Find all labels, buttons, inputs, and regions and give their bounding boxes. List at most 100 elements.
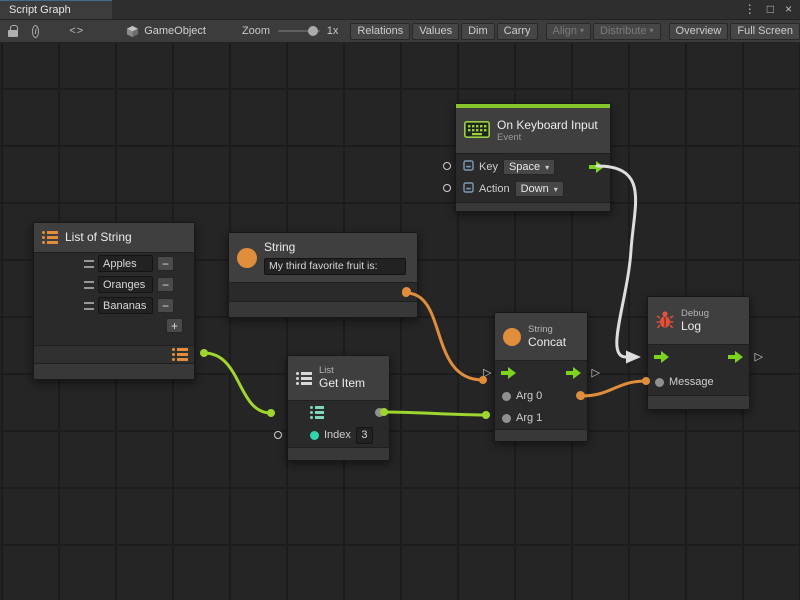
index-label: Index bbox=[324, 429, 351, 441]
keycap-icon bbox=[463, 182, 474, 196]
chevron-down-icon: ▾ bbox=[580, 27, 584, 35]
unconnected-value-marker[interactable] bbox=[443, 184, 451, 192]
drag-handle-icon[interactable] bbox=[84, 260, 94, 268]
node-footer bbox=[288, 447, 389, 460]
dim-button[interactable]: Dim bbox=[461, 23, 495, 40]
full-screen-button[interactable]: Full Screen bbox=[730, 23, 800, 40]
close-icon[interactable]: × bbox=[785, 2, 792, 16]
arg1-input-port[interactable] bbox=[502, 414, 511, 423]
toolbar: i <> GameObject Zoom 1x Relations Values… bbox=[0, 20, 800, 43]
drag-handle-icon[interactable] bbox=[84, 302, 94, 310]
node-footer bbox=[34, 363, 194, 379]
zoom-slider-knob[interactable] bbox=[308, 26, 318, 36]
flow-input-port[interactable] bbox=[501, 367, 516, 379]
message-input-port[interactable] bbox=[655, 378, 664, 387]
node-string-literal[interactable]: String My third favorite fruit is: bbox=[228, 232, 418, 318]
action-value: Down bbox=[521, 183, 549, 195]
tab-script-graph[interactable]: Script Graph bbox=[0, 0, 112, 19]
drag-handle-icon[interactable] bbox=[84, 281, 94, 289]
key-value-dropdown[interactable]: Space ▾ bbox=[503, 159, 555, 175]
bug-icon bbox=[656, 310, 674, 332]
arg0-label: Arg 0 bbox=[516, 390, 542, 402]
node-concat[interactable]: String Concat Arg 0 Arg 1 ▷ ▷ bbox=[494, 312, 588, 442]
list-item-input-1[interactable]: Oranges bbox=[98, 276, 153, 293]
unconnected-flow-marker[interactable]: ▷ bbox=[483, 368, 491, 379]
graph-canvas[interactable]: On Keyboard Input Event Key Space ▾ bbox=[0, 43, 800, 600]
info-icon[interactable]: i bbox=[32, 25, 39, 38]
zoom-slider[interactable] bbox=[278, 25, 320, 37]
node-footer bbox=[229, 301, 417, 317]
lock-icon[interactable] bbox=[8, 26, 18, 37]
arg0-input-port[interactable] bbox=[502, 392, 511, 401]
remove-item-button[interactable]: − bbox=[157, 298, 174, 313]
string-type-icon bbox=[503, 328, 521, 346]
node-title: On Keyboard Input bbox=[497, 119, 598, 132]
chevron-down-icon: ▾ bbox=[554, 185, 558, 194]
key-value: Space bbox=[509, 161, 540, 173]
node-title: Concat bbox=[528, 336, 566, 349]
string-type-icon bbox=[237, 248, 257, 268]
node-title: String bbox=[264, 241, 406, 254]
flow-input-port[interactable] bbox=[654, 351, 669, 363]
graph-target-label[interactable]: GameObject bbox=[144, 25, 206, 37]
string-output-port[interactable] bbox=[402, 287, 411, 296]
unconnected-value-marker[interactable] bbox=[443, 162, 451, 170]
node-category: String bbox=[528, 325, 566, 335]
node-title: List of String bbox=[65, 231, 132, 244]
remove-item-button[interactable]: − bbox=[157, 256, 174, 271]
node-subtitle: Event bbox=[497, 133, 598, 143]
key-port-label: Key bbox=[479, 161, 498, 173]
align-label: Align bbox=[553, 25, 577, 37]
keycap-icon bbox=[463, 160, 474, 174]
index-input[interactable]: 3 bbox=[356, 427, 373, 444]
gameobject-cube-icon bbox=[126, 25, 139, 38]
unconnected-value-marker[interactable] bbox=[274, 431, 282, 439]
arg1-label: Arg 1 bbox=[516, 412, 542, 424]
zoom-value: 1x bbox=[327, 25, 339, 37]
chevron-down-icon: ▾ bbox=[545, 163, 549, 172]
unconnected-flow-marker[interactable]: ▷ bbox=[755, 352, 763, 363]
list-output-port[interactable] bbox=[172, 348, 188, 361]
tab-bar: Script Graph ⋮ □ × bbox=[0, 0, 800, 20]
code-icon[interactable]: <> bbox=[69, 25, 84, 37]
distribute-button: Distribute ▾ bbox=[593, 23, 660, 40]
distribute-label: Distribute bbox=[600, 25, 646, 37]
result-output-port[interactable] bbox=[576, 391, 585, 400]
action-value-dropdown[interactable]: Down ▾ bbox=[515, 181, 564, 197]
window-controls: ⋮ □ × bbox=[744, 0, 800, 19]
panel-menu-icon[interactable]: ⋮ bbox=[744, 2, 756, 16]
node-footer bbox=[648, 395, 749, 409]
flow-output-port[interactable] bbox=[728, 351, 743, 363]
flow-output-port[interactable] bbox=[566, 367, 581, 379]
remove-item-button[interactable]: − bbox=[157, 277, 174, 292]
list-item-input-0[interactable]: Apples bbox=[98, 255, 153, 272]
zoom-label: Zoom bbox=[242, 25, 270, 37]
node-get-item[interactable]: List Get Item Index 3 bbox=[287, 355, 390, 461]
toolbar-buttons: Relations Values Dim Carry Align ▾ Distr… bbox=[350, 23, 800, 40]
node-list-of-string[interactable]: List of String Apples − Oranges − Banana… bbox=[33, 222, 195, 380]
script-graph-window: Script Graph ⋮ □ × i <> GameObject Zoom … bbox=[0, 0, 800, 600]
keyboard-icon bbox=[464, 121, 490, 141]
action-port-label: Action bbox=[479, 183, 510, 195]
overview-button[interactable]: Overview bbox=[669, 23, 729, 40]
node-debug-log[interactable]: Debug Log Message ▷ bbox=[647, 296, 750, 410]
maximize-icon[interactable]: □ bbox=[767, 2, 774, 16]
item-output-port[interactable] bbox=[375, 408, 384, 417]
values-button[interactable]: Values bbox=[412, 23, 459, 40]
tab-title: Script Graph bbox=[9, 4, 71, 16]
list-input-port[interactable] bbox=[310, 406, 324, 419]
node-title: Log bbox=[681, 320, 709, 333]
index-input-port[interactable] bbox=[310, 431, 319, 440]
string-value-input[interactable]: My third favorite fruit is: bbox=[264, 258, 406, 275]
unconnected-flow-marker[interactable]: ▷ bbox=[592, 368, 600, 379]
list-icon bbox=[296, 372, 312, 385]
flow-output-port[interactable] bbox=[589, 161, 604, 173]
list-icon bbox=[42, 231, 58, 244]
message-label: Message bbox=[669, 376, 714, 388]
node-on-keyboard-input[interactable]: On Keyboard Input Event Key Space ▾ bbox=[455, 103, 611, 212]
relations-button[interactable]: Relations bbox=[350, 23, 410, 40]
align-button: Align ▾ bbox=[546, 23, 591, 40]
list-item-input-2[interactable]: Bananas bbox=[98, 297, 153, 314]
add-item-button[interactable]: + bbox=[166, 318, 183, 333]
carry-button[interactable]: Carry bbox=[497, 23, 538, 40]
